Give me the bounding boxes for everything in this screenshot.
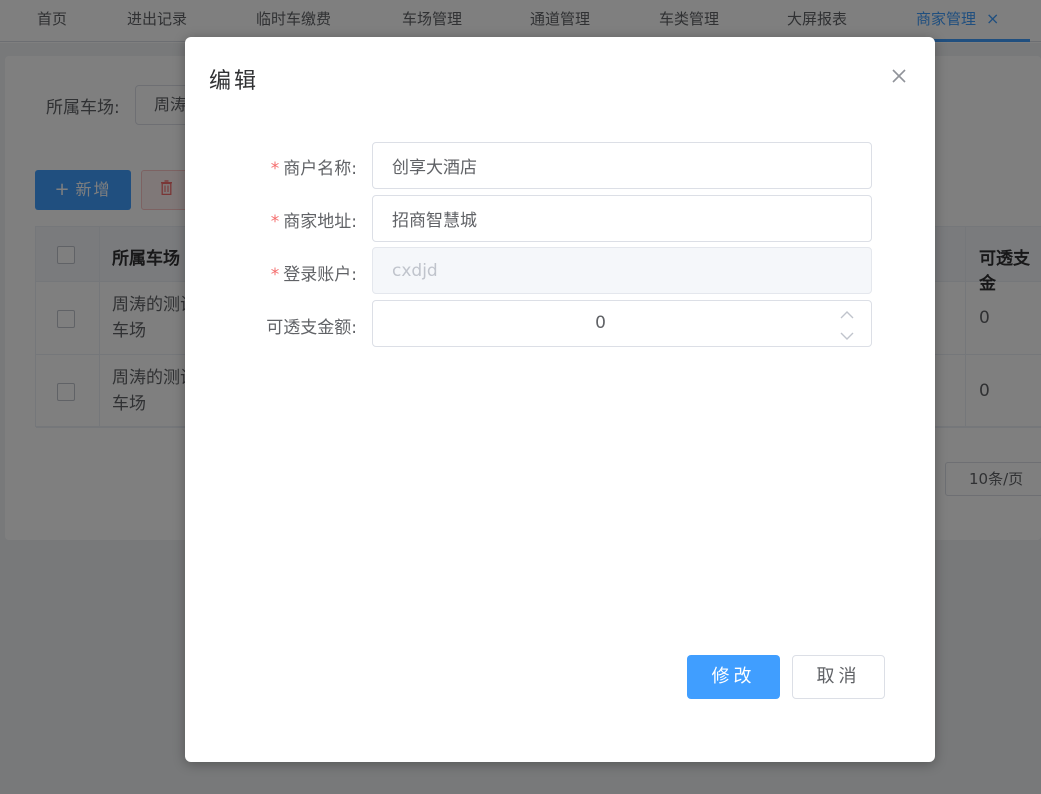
- required-mark: *: [270, 265, 280, 285]
- chevron-down-icon[interactable]: [839, 328, 855, 342]
- edit-dialog: 编辑 *商户名称: *商家地址: *登录账户: 可透支金额: 0 修改 取消: [185, 37, 935, 762]
- required-mark: *: [270, 159, 280, 179]
- submit-button[interactable]: 修改: [687, 655, 780, 699]
- cancel-button[interactable]: 取消: [792, 655, 885, 699]
- dialog-title: 编辑: [209, 69, 260, 94]
- merchant-name-label: * 商户名称:: [185, 154, 357, 179]
- label-text: 商户名称:: [283, 159, 357, 179]
- overdraft-amount-value[interactable]: 0: [373, 301, 828, 346]
- label-text: 登录账户:: [283, 265, 357, 285]
- merchant-name-input[interactable]: [372, 142, 872, 189]
- close-icon[interactable]: [888, 65, 910, 87]
- overdraft-amount-label: 可透支金额:: [266, 318, 357, 338]
- overdraft-amount-stepper[interactable]: 0: [372, 300, 872, 347]
- login-account-input: [372, 247, 872, 294]
- merchant-address-input[interactable]: [372, 195, 872, 242]
- chevron-up-icon[interactable]: [839, 307, 855, 321]
- login-account-label: * 登录账户:: [185, 260, 357, 285]
- merchant-address-label: * 商家地址:: [185, 207, 357, 232]
- required-mark: *: [270, 212, 280, 232]
- label-text: 商家地址:: [283, 212, 357, 232]
